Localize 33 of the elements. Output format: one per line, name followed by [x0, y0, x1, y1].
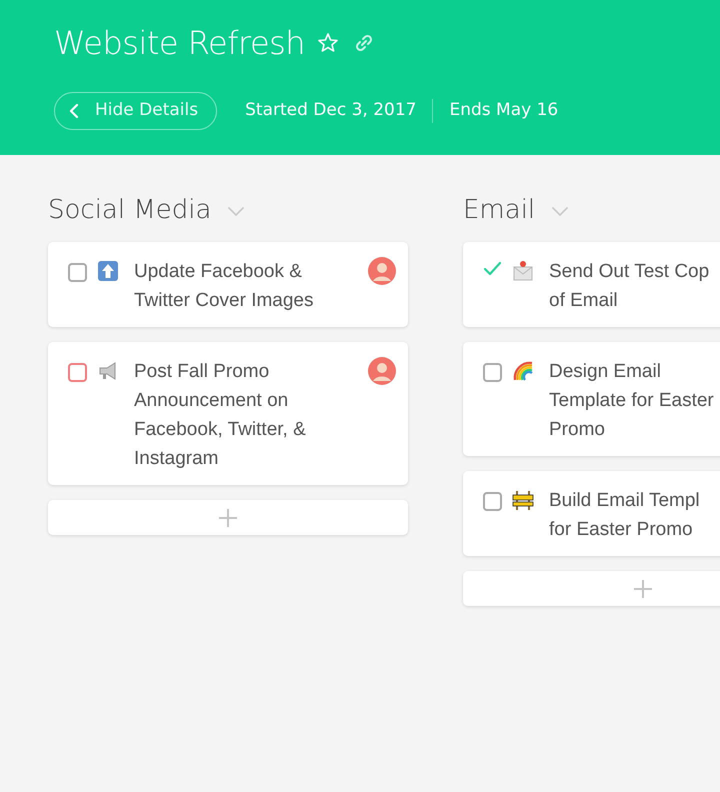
barrier-icon	[512, 489, 534, 512]
rainbow-icon	[512, 360, 534, 382]
task-title: Update Facebook & Twitter Cover Images	[134, 260, 314, 314]
end-date: Ends May 16	[449, 99, 558, 122]
chevron-left-icon	[69, 103, 79, 120]
task-card[interactable]: Build Email Templ for Easter Promo	[463, 471, 720, 556]
envelope-icon	[512, 260, 534, 282]
project-title: Website Refresh	[54, 24, 306, 62]
chevron-down-icon[interactable]	[551, 204, 570, 217]
task-title: Design Email Template for Easter Promo	[549, 360, 714, 442]
task-card[interactable]: Update Facebook & Twitter Cover Images	[48, 242, 408, 328]
task-title: Build Email Templ for Easter Promo	[549, 489, 700, 542]
task-title: Send Out Test Cop of Email	[549, 260, 710, 314]
plus-icon	[218, 508, 238, 528]
plus-icon	[633, 578, 653, 599]
chevron-down-icon[interactable]	[227, 204, 246, 217]
task-title: Post Fall Promo Announcement on Facebook, Twitter, & Instagram	[134, 360, 306, 472]
task-checkbox[interactable]	[68, 363, 87, 382]
column-title: Social Media	[48, 195, 212, 226]
add-task-button[interactable]	[463, 571, 720, 606]
start-date: Started Dec 3, 2017	[245, 99, 416, 122]
column-title: Email	[463, 195, 536, 226]
task-card[interactable]: Post Fall Promo Announcement on Facebook, Twitter, & Instagram	[48, 342, 408, 486]
task-card[interactable]: Design Email Template for Easter Promo	[463, 342, 720, 456]
task-card[interactable]: Send Out Test Cop of Email	[463, 242, 720, 328]
add-task-button[interactable]	[48, 500, 408, 536]
checkmark-icon[interactable]	[483, 261, 502, 278]
star-icon[interactable]	[317, 32, 340, 54]
task-checkbox[interactable]	[483, 363, 502, 382]
avatar-icon[interactable]	[368, 257, 396, 286]
task-checkbox[interactable]	[68, 263, 87, 282]
task-checkbox[interactable]	[483, 492, 502, 512]
avatar-icon[interactable]	[368, 357, 396, 386]
